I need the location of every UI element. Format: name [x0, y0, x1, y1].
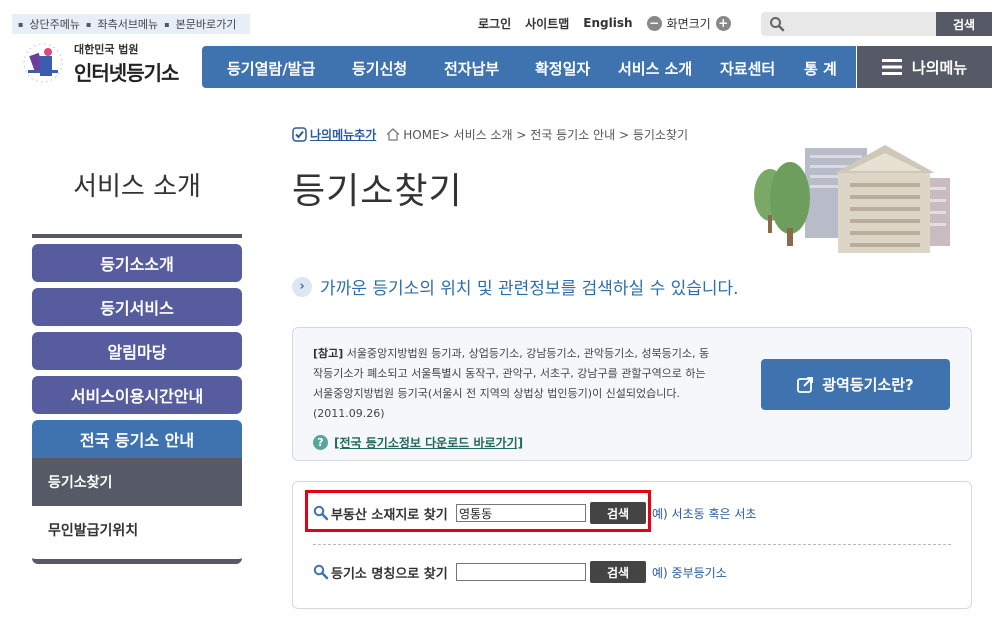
- notice-box: [참고] 서울중앙지방법원 등기과, 상업등기소, 강남등기소, 관악등기소, …: [292, 327, 972, 461]
- add-my-menu-link[interactable]: 나의메뉴추가: [292, 126, 376, 143]
- address-search-example: 예) 서초동 혹은 서초: [652, 506, 757, 521]
- sidebar-subitem-kiosk-location[interactable]: 무인발급기위치: [32, 506, 242, 564]
- question-icon: ?: [313, 435, 328, 450]
- sidebar-item-registry-offices[interactable]: 전국 등기소 안내: [32, 420, 242, 458]
- skip-link-sub-menu[interactable]: 좌측서브메뉴: [97, 16, 158, 32]
- my-menu-label: 나의메뉴: [911, 58, 968, 77]
- name-search-row: 등기소 명칭으로 찾기 검색 예) 중부등기소: [313, 560, 727, 584]
- add-my-menu-label: 나의메뉴추가: [310, 128, 377, 142]
- notice-tag: [참고]: [313, 347, 344, 360]
- address-search-button[interactable]: 검색: [590, 502, 646, 524]
- name-search-label: 등기소 명칭으로 찾기: [331, 566, 448, 582]
- name-search-input[interactable]: [456, 563, 586, 581]
- sidebar-item-registry-intro[interactable]: 등기소소개: [32, 244, 242, 282]
- top-search-button[interactable]: 검색: [936, 12, 992, 36]
- checkbox-icon: [292, 127, 307, 142]
- sidebar-item-notice[interactable]: 알림마당: [32, 332, 242, 370]
- wide-area-registry-button[interactable]: 광역등기소란?: [761, 359, 950, 410]
- nav-data-center[interactable]: 자료센터: [720, 58, 775, 79]
- notice-body: 서울중앙지방법원 등기과, 상업등기소, 강남등기소, 관악등기소, 성북등기소…: [313, 347, 710, 420]
- sidebar-item-service-hours[interactable]: 서비스이용시간안내: [32, 376, 242, 414]
- search-icon: [770, 17, 785, 32]
- nav-statistics[interactable]: 통 계: [804, 58, 837, 79]
- intro-message: › 가까운 등기소의 위치 및 관련정보를 검색하실 수 있습니다.: [292, 274, 739, 299]
- address-search-row: 부동산 소재지로 찾기 검색 예) 서초동 혹은 서초: [313, 501, 756, 525]
- registry-info-download-link[interactable]: [전국 등기소정보 다운로드 바로가기]: [334, 434, 523, 451]
- home-icon: [386, 128, 400, 141]
- zoom-control: − 화면크기 +: [646, 15, 731, 32]
- nav-service-intro[interactable]: 서비스 소개: [618, 58, 692, 79]
- nav-registry-view[interactable]: 등기열람/발급: [227, 58, 315, 79]
- magnifier-icon: [313, 564, 329, 580]
- top-search-input[interactable]: [761, 12, 936, 36]
- address-search-input[interactable]: [456, 504, 586, 522]
- sidebar-subitem-find-office[interactable]: 등기소찾기: [32, 458, 242, 506]
- breadcrumb-row: 나의메뉴추가 HOME> 서비스 소개 > 전국 등기소 안내 > 등기소찾기: [292, 126, 688, 143]
- sidebar-divider: [32, 234, 242, 238]
- skip-link-main-menu[interactable]: 상단주메뉴: [29, 16, 80, 32]
- breadcrumb-path: HOME> 서비스 소개 > 전국 등기소 안내 > 등기소찾기: [403, 128, 689, 142]
- wide-area-registry-label: 광역등기소란?: [822, 376, 914, 394]
- top-search: 검색: [761, 12, 992, 36]
- nav-e-payment[interactable]: 전자납부: [444, 58, 499, 79]
- zoom-out-icon[interactable]: −: [646, 15, 662, 31]
- notice-text: [참고] 서울중앙지방법원 등기과, 상업등기소, 강남등기소, 관악등기소, …: [313, 344, 713, 424]
- dashed-divider: [313, 544, 951, 545]
- nav-fixed-date[interactable]: 확정일자: [535, 58, 590, 79]
- address-search-label: 부동산 소재지로 찾기: [331, 507, 448, 523]
- name-search-button[interactable]: 검색: [590, 561, 646, 583]
- magnifier-icon: [313, 505, 329, 521]
- utility-menu: 로그인 사이트맵 English − 화면크기 +: [478, 12, 731, 34]
- login-link[interactable]: 로그인: [478, 15, 511, 32]
- zoom-label: 화면크기: [666, 16, 711, 31]
- breadcrumb: HOME> 서비스 소개 > 전국 등기소 안내 > 등기소찾기: [386, 126, 688, 143]
- sidebar-title: 서비스 소개: [73, 172, 201, 202]
- court-emblem-icon: [23, 43, 63, 83]
- logo-title: 인터넷등기소: [74, 60, 179, 85]
- english-link[interactable]: English: [583, 16, 632, 30]
- main-navigation: 등기열람/발급 등기신청 전자납부 확정일자 서비스 소개 자료센터 통 계: [202, 46, 856, 88]
- office-search-panel: 부동산 소재지로 찾기 검색 예) 서초동 혹은 서초 등기소 명칭으로 찾기 …: [292, 481, 972, 609]
- sitemap-link[interactable]: 사이트맵: [525, 15, 569, 32]
- intro-text: 가까운 등기소의 위치 및 관련정보를 검색하실 수 있습니다.: [320, 279, 739, 299]
- chevron-right-icon: ›: [292, 276, 312, 297]
- logo-subtitle: 대한민국 법원: [74, 42, 139, 56]
- site-logo[interactable]: 대한민국 법원 인터넷등기소: [18, 40, 179, 86]
- skip-link-content[interactable]: 본문바로가기: [176, 16, 237, 32]
- page-title: 등기소찾기: [292, 171, 463, 212]
- zoom-in-icon[interactable]: +: [715, 15, 731, 31]
- download-link-row: ? [전국 등기소정보 다운로드 바로가기]: [313, 434, 523, 451]
- name-search-example: 예) 중부등기소: [652, 565, 727, 580]
- nav-registry-apply[interactable]: 등기신청: [352, 58, 407, 79]
- sidebar-item-registry-service[interactable]: 등기서비스: [32, 288, 242, 326]
- skip-links: ▪ 상단주메뉴 ▪ 좌측서브메뉴 ▪ 본문바로가기: [12, 14, 250, 34]
- building-illustration: [754, 145, 950, 253]
- external-link-icon: [797, 377, 814, 393]
- my-menu-button[interactable]: 나의메뉴: [857, 46, 992, 88]
- hamburger-icon: [881, 59, 902, 75]
